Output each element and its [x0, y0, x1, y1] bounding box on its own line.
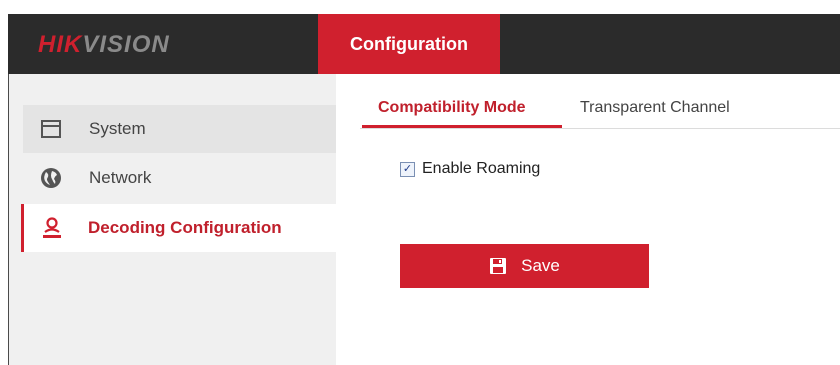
sidebar-item-label: Decoding Configuration — [88, 218, 282, 237]
save-button[interactable]: Save — [400, 244, 649, 288]
globe-icon — [39, 166, 63, 190]
enable-roaming-checkbox[interactable]: ✓ — [400, 161, 415, 177]
sidebar-item-decoding-configuration[interactable]: Decoding Configuration — [21, 204, 339, 252]
sidebar-item-label: Network — [89, 168, 152, 187]
sidebar-item-network[interactable]: Network — [23, 154, 336, 202]
enable-roaming-label: Enable Roaming — [422, 160, 541, 177]
top-bar: HIKVISION Configuration — [8, 14, 840, 74]
sidebar-item-label: System — [89, 119, 146, 138]
sidebar: System Network Decoding Configuration — [9, 74, 339, 365]
window-icon — [39, 117, 63, 141]
hikvision-logo: HIKVISION — [38, 32, 170, 58]
tab-configuration[interactable]: Configuration — [318, 14, 500, 74]
tab-transparent-channel[interactable]: Transparent Channel — [580, 99, 730, 117]
save-button-label: Save — [521, 256, 560, 275]
logo-vision-text: VISION — [82, 31, 170, 58]
floppy-disk-icon — [489, 257, 507, 275]
active-tab-indicator — [362, 125, 562, 128]
tab-bar: Compatibility Mode Transparent Channel — [360, 74, 840, 129]
user-icon — [40, 216, 64, 240]
main-content: Compatibility Mode Transparent Channel ✓… — [336, 74, 840, 365]
enable-roaming-row: ✓ Enable Roaming — [400, 160, 540, 178]
app-window: HIKVISION Configuration System Network D… — [0, 0, 840, 365]
tab-compatibility-mode[interactable]: Compatibility Mode — [378, 99, 526, 117]
sidebar-item-system[interactable]: System — [23, 105, 336, 153]
logo-hik-text: HIK — [38, 31, 83, 58]
